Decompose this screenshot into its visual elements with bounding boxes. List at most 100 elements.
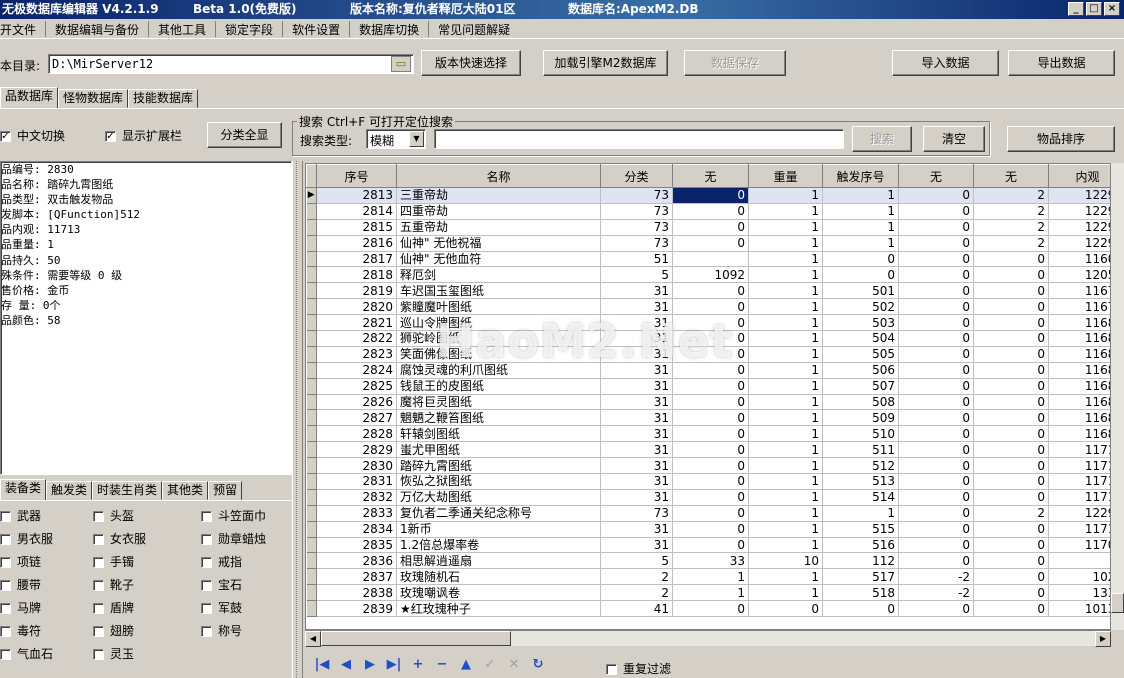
cell-id[interactable]: 2822	[316, 330, 397, 347]
cell-none-2[interactable]: 0	[898, 425, 974, 443]
cell-weight[interactable]: 1	[748, 584, 823, 602]
table-row[interactable]: 2817仙神" 无他血符51100011603	[306, 251, 1110, 268]
cell-none-1[interactable]: 1	[672, 568, 749, 586]
category-horse-tag[interactable]: 马牌	[0, 601, 41, 615]
cell-appearance[interactable]: 11714	[1048, 489, 1110, 506]
tab-fashion-zodiac[interactable]: 时装生肖类	[92, 481, 163, 500]
search-type-select[interactable]: 模糊 ▼	[366, 129, 426, 149]
category-weapon[interactable]: 武器	[0, 509, 41, 523]
cell-none-3[interactable]: 2	[973, 505, 1049, 522]
cell-weight[interactable]: 1	[748, 346, 823, 363]
checkbox-icon[interactable]	[93, 649, 104, 660]
cell-id[interactable]: 2818	[316, 266, 397, 284]
panel-splitter[interactable]	[292, 161, 303, 678]
row-indicator[interactable]	[306, 489, 317, 506]
cell-none-2[interactable]: 0	[898, 441, 974, 459]
row-indicator[interactable]	[306, 378, 317, 395]
checkbox-icon[interactable]	[201, 511, 212, 522]
row-indicator[interactable]	[306, 394, 317, 411]
table-row[interactable]: 2826魔将巨灵图纸31015080011685	[306, 394, 1110, 411]
cell-category[interactable]: 41	[600, 600, 673, 618]
cell-name[interactable]: 钱鼠王的皮图纸	[396, 378, 601, 395]
cell-appearance[interactable]: 12290	[1048, 219, 1110, 236]
cell-id[interactable]: 2821	[316, 314, 397, 332]
cell-appearance[interactable]: 11683	[1048, 362, 1110, 379]
table-row[interactable]: ▶2813三重帝劫730110212290	[306, 187, 1110, 204]
cell-none-2[interactable]: 0	[898, 394, 974, 411]
cell-trigger-id[interactable]: 508	[822, 394, 899, 411]
cell-category[interactable]: 31	[600, 378, 673, 395]
cell-name[interactable]: 车迟国玉玺图纸	[396, 282, 601, 300]
cell-appearance[interactable]: 11680	[1048, 314, 1110, 332]
cell-category[interactable]: 73	[600, 187, 673, 204]
tab-skill-db[interactable]: 技能数据库	[128, 89, 199, 108]
cell-none-3[interactable]: 0	[973, 378, 1049, 395]
checkbox-icon[interactable]	[93, 626, 104, 637]
cell-appearance[interactable]: 11679	[1048, 298, 1110, 316]
cell-trigger-id[interactable]: 504	[822, 330, 899, 347]
cell-none-1[interactable]: 0	[672, 505, 749, 522]
cell-trigger-id[interactable]: 1	[822, 505, 899, 522]
row-indicator[interactable]	[306, 409, 317, 427]
cell-none-1[interactable]	[672, 251, 749, 268]
next-record-icon[interactable]: ▶	[360, 656, 380, 674]
column-header-weight[interactable]: 重量	[748, 164, 823, 188]
cell-name[interactable]: 五重帝劫	[396, 219, 601, 236]
cell-name[interactable]: ★红玫瑰种子	[396, 600, 601, 618]
extended-toggle[interactable]: ✓ 显示扩展栏	[105, 127, 182, 144]
cell-category[interactable]: 31	[600, 457, 673, 475]
cell-none-2[interactable]: -2	[898, 568, 974, 586]
checkbox-icon[interactable]	[201, 603, 212, 614]
cell-name[interactable]: 魍魉之鞭笞图纸	[396, 409, 601, 427]
checkbox-extended-icon[interactable]: ✓	[105, 131, 116, 142]
checkbox-icon[interactable]	[201, 557, 212, 568]
cell-trigger-id[interactable]: 510	[822, 425, 899, 443]
export-data-button[interactable]: 导出数据	[1008, 50, 1115, 76]
maximize-button[interactable]: □	[1086, 2, 1102, 16]
cell-category[interactable]: 73	[600, 505, 673, 522]
cell-none-3[interactable]: 0	[973, 457, 1049, 475]
cell-id[interactable]: 2829	[316, 441, 397, 459]
cell-appearance[interactable]: 11717	[1048, 521, 1110, 538]
cell-appearance[interactable]: 12290	[1048, 187, 1110, 204]
cell-none-1[interactable]: 0	[672, 187, 749, 204]
checkbox-icon[interactable]	[0, 534, 11, 545]
cell-trigger-id[interactable]: 509	[822, 409, 899, 427]
vertical-scrollbar[interactable]	[1111, 163, 1124, 630]
cell-none-3[interactable]: 0	[973, 394, 1049, 411]
cell-appearance[interactable]: 1025	[1048, 568, 1110, 586]
tab-trigger[interactable]: 触发类	[46, 481, 93, 500]
category-male-clothes[interactable]: 男衣服	[0, 532, 53, 546]
category-poison-charm[interactable]: 毒符	[0, 624, 41, 638]
column-header-none-3[interactable]: 无	[973, 164, 1049, 188]
row-indicator[interactable]	[306, 568, 317, 586]
cell-none-2[interactable]: 0	[898, 266, 974, 284]
category-boots[interactable]: 靴子	[93, 578, 134, 592]
cell-id[interactable]: 2820	[316, 298, 397, 316]
row-indicator[interactable]	[306, 457, 317, 475]
cell-trigger-id[interactable]: 503	[822, 314, 899, 332]
cell-name[interactable]: 三重帝劫	[396, 187, 601, 204]
cell-id[interactable]: 2832	[316, 489, 397, 506]
row-indicator[interactable]	[306, 235, 317, 252]
cell-weight[interactable]: 1	[748, 457, 823, 475]
table-row[interactable]: 2839★红玫瑰种子410000010131	[306, 600, 1110, 618]
cell-none-2[interactable]: 0	[898, 552, 974, 570]
cell-weight[interactable]: 1	[748, 251, 823, 268]
cell-id[interactable]: 2826	[316, 394, 397, 411]
cell-appearance[interactable]: 10131	[1048, 600, 1110, 618]
cell-category[interactable]: 51	[600, 251, 673, 268]
edit-record-icon[interactable]: ▲	[456, 656, 476, 674]
checkbox-icon[interactable]	[0, 626, 11, 637]
cell-trigger-id[interactable]: 501	[822, 282, 899, 300]
checkbox-icon[interactable]	[93, 511, 104, 522]
category-gem[interactable]: 宝石	[201, 578, 242, 592]
cell-name[interactable]: 恢弘之狱图纸	[396, 473, 601, 490]
cell-name[interactable]: 1新币	[396, 521, 601, 538]
cell-none-1[interactable]: 0	[672, 409, 749, 427]
cell-none-3[interactable]: 2	[973, 219, 1049, 236]
cell-weight[interactable]: 1	[748, 537, 823, 554]
menu-settings[interactable]: 软件设置	[283, 20, 351, 37]
category-female-clothes[interactable]: 女衣服	[93, 532, 146, 546]
cell-id[interactable]: 2835	[316, 537, 397, 554]
